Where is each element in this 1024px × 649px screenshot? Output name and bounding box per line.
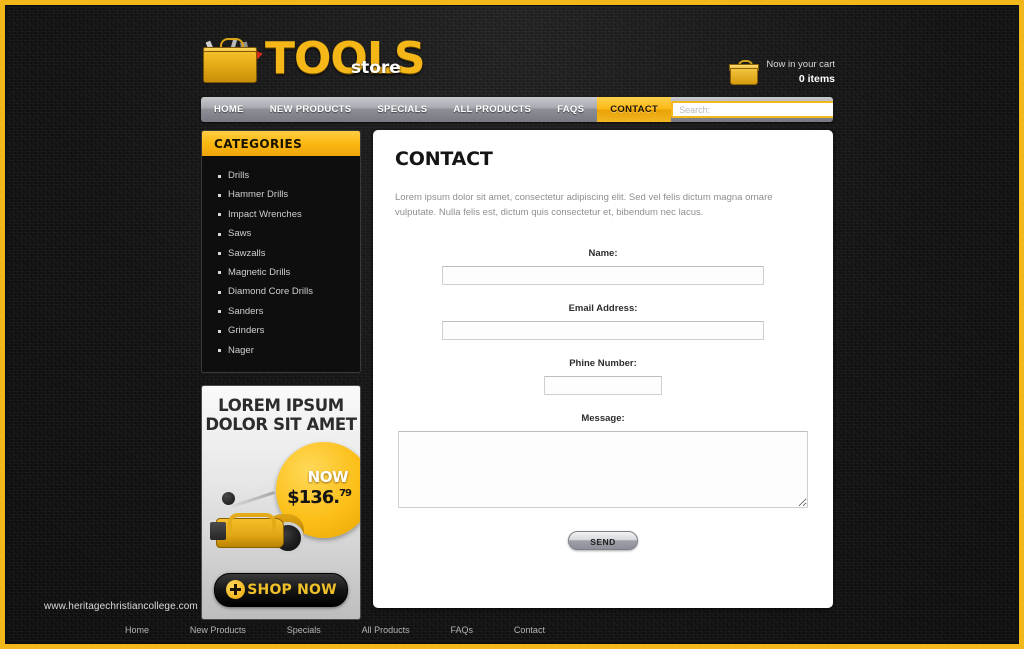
phone-label: Phine Number: bbox=[569, 358, 637, 369]
nav-item-new-products[interactable]: NEW PRODUCTS bbox=[257, 97, 365, 122]
cart-text: Now in your cart 0 items bbox=[766, 59, 835, 86]
field-name: Name: bbox=[395, 248, 811, 285]
sidebar-item-magnetic-drills[interactable]: Magnetic Drills bbox=[202, 263, 360, 282]
sidebar-item-diamond-core-drills[interactable]: Diamond Core Drills bbox=[202, 282, 360, 301]
send-button-wrap: SEND bbox=[395, 531, 811, 550]
main-navigation: HOME NEW PRODUCTS SPECIALS ALL PRODUCTS … bbox=[201, 97, 833, 122]
sidebar-item-saws[interactable]: Saws bbox=[202, 224, 360, 243]
footer-link-new-products[interactable]: New Products bbox=[190, 625, 246, 635]
promo-now-label: NOW bbox=[307, 467, 349, 486]
site-wrapper: TOOLS store Now in your cart 0 items HOM… bbox=[193, 5, 841, 644]
nav-item-home[interactable]: HOME bbox=[201, 97, 257, 122]
search-area: Search: bbox=[671, 97, 833, 122]
toolbox-icon bbox=[201, 35, 265, 83]
sidebar-item-sanders[interactable]: Sanders bbox=[202, 302, 360, 321]
contact-form: Name: Email Address: Phine Number: Messa… bbox=[395, 248, 811, 550]
categories-list: Drills Hammer Drills Impact Wrenches Saw… bbox=[202, 156, 360, 372]
sidebar-item-hammer-drills[interactable]: Hammer Drills bbox=[202, 185, 360, 204]
categories-panel: CATEGORIES Drills Hammer Drills Impact W… bbox=[201, 130, 361, 373]
phone-field[interactable] bbox=[544, 376, 662, 395]
email-label: Email Address: bbox=[568, 303, 638, 314]
promo-banner[interactable]: LOREM IPSUM DOLOR SIT AMET NOW $136.79 S… bbox=[201, 384, 361, 620]
footer-navigation: Home New Products Specials All Products … bbox=[125, 625, 545, 635]
footer-link-all-products[interactable]: All Products bbox=[362, 625, 410, 635]
promo-heading: LOREM IPSUM DOLOR SIT AMET bbox=[202, 386, 360, 434]
intro-paragraph: Lorem ipsum dolor sit amet, consectetur … bbox=[395, 192, 773, 218]
main-content-panel: CONTACT Lorem ipsum dolor sit amet, cons… bbox=[373, 130, 833, 608]
footer-link-home[interactable]: Home bbox=[125, 625, 149, 635]
promo-heading-line1: LOREM IPSUM bbox=[218, 395, 344, 415]
promo-price-cents: 79 bbox=[339, 487, 352, 499]
site-header: TOOLS store Now in your cart 0 items bbox=[193, 5, 841, 93]
page-root: TOOLS store Now in your cart 0 items HOM… bbox=[0, 0, 1024, 649]
sidebar-item-nager[interactable]: Nager bbox=[202, 341, 360, 360]
nav-item-all-products[interactable]: ALL PRODUCTS bbox=[440, 97, 544, 122]
nav-item-specials[interactable]: SPECIALS bbox=[364, 97, 440, 122]
footer-link-specials[interactable]: Specials bbox=[287, 625, 321, 635]
sidebar: CATEGORIES Drills Hammer Drills Impact W… bbox=[201, 130, 361, 620]
power-saw-icon bbox=[210, 490, 334, 558]
message-label: Message: bbox=[581, 413, 625, 424]
logo-text: TOOLS store bbox=[265, 37, 426, 83]
watermark-text: www.heritagechristiancollege.com bbox=[44, 601, 198, 612]
promo-heading-line2: DOLOR SIT AMET bbox=[205, 414, 357, 434]
sidebar-item-grinders[interactable]: Grinders bbox=[202, 321, 360, 340]
field-phone: Phine Number: bbox=[395, 358, 811, 395]
field-email: Email Address: bbox=[395, 303, 811, 340]
shop-now-button[interactable]: SHOP NOW bbox=[214, 572, 348, 607]
footer-link-contact[interactable]: Contact bbox=[514, 625, 545, 635]
footer-link-faqs[interactable]: FAQs bbox=[451, 625, 474, 635]
sidebar-item-sawzalls[interactable]: Sawzalls bbox=[202, 244, 360, 263]
email-field[interactable] bbox=[442, 321, 764, 340]
plus-icon bbox=[226, 580, 245, 600]
message-field[interactable] bbox=[398, 431, 808, 508]
site-logo[interactable]: TOOLS store bbox=[201, 25, 426, 83]
name-field[interactable] bbox=[442, 266, 764, 285]
logo-sub-text: store bbox=[351, 58, 401, 78]
nav-item-contact[interactable]: CONTACT bbox=[597, 97, 672, 122]
field-message: Message: bbox=[395, 413, 811, 513]
sidebar-item-impact-wrenches[interactable]: Impact Wrenches bbox=[202, 205, 360, 224]
basket-icon bbox=[729, 60, 760, 86]
shop-now-label: SHOP NOW bbox=[247, 581, 337, 598]
cart-summary[interactable]: Now in your cart 0 items bbox=[729, 59, 835, 86]
cart-label: Now in your cart bbox=[766, 59, 835, 70]
search-input[interactable]: Search: bbox=[671, 101, 833, 118]
page-title: CONTACT bbox=[395, 148, 493, 170]
cart-item-count: 0 items bbox=[798, 72, 835, 85]
sidebar-item-drills[interactable]: Drills bbox=[202, 166, 360, 185]
search-placeholder: Search: bbox=[679, 104, 711, 115]
send-button[interactable]: SEND bbox=[568, 531, 638, 550]
name-label: Name: bbox=[588, 248, 618, 259]
categories-title: CATEGORIES bbox=[202, 131, 360, 156]
nav-item-faqs[interactable]: FAQS bbox=[544, 97, 597, 122]
